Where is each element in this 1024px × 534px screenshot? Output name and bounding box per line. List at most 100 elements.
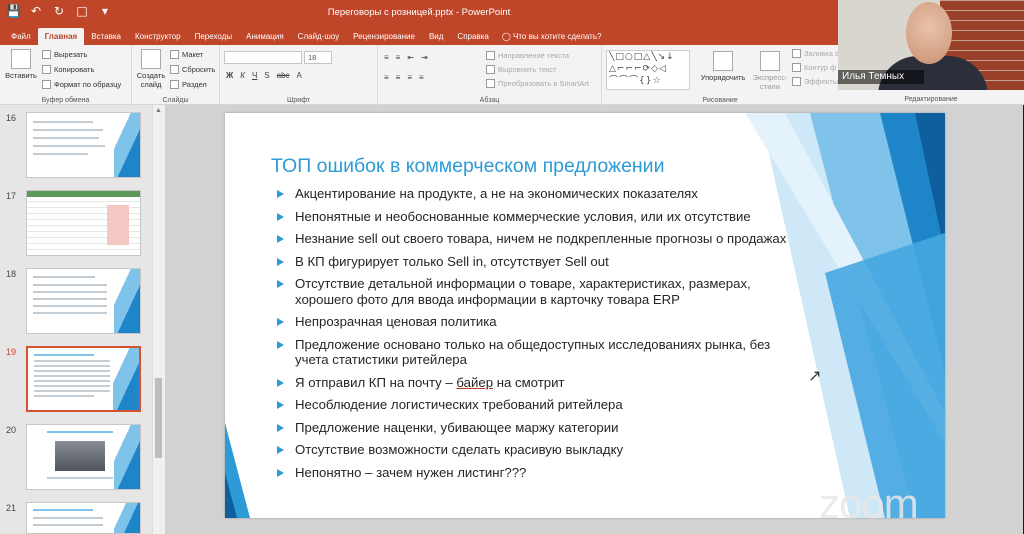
font-name-box[interactable] xyxy=(224,51,302,64)
section-button[interactable]: Раздел xyxy=(170,80,207,89)
ribbon: Вставить Вырезать Копировать Формат по о… xyxy=(0,45,841,105)
shape-fill-label: Заливка ф xyxy=(804,49,842,58)
reset-label: Сбросить xyxy=(182,65,216,74)
slide-thumbnail-16[interactable] xyxy=(26,112,141,178)
tab-slideshow[interactable]: Слайд-шоу xyxy=(291,32,346,45)
quick-styles-button[interactable]: Экспресс-стили xyxy=(748,51,792,91)
thumb-text-line xyxy=(33,145,105,147)
tab-home[interactable]: Главная xyxy=(37,28,85,45)
thumb-highlight-cells xyxy=(107,205,129,245)
paint-bucket-icon xyxy=(792,49,801,58)
shapes-gallery[interactable]: ╲□○□△╲↘↓ △⌐⌐⌐⟳◇◁ ⌒⌒⌒{}☆ xyxy=(606,50,690,90)
smartart-icon xyxy=(486,79,495,88)
new-slide-icon xyxy=(141,49,161,69)
thumb-text-line xyxy=(33,129,103,131)
slide-bullet-list: Акцентирование на продукте, а не на экон… xyxy=(275,186,795,487)
tab-view[interactable]: Вид xyxy=(422,32,450,45)
shape-effects-button[interactable]: Эффекты xyxy=(792,77,838,86)
text-direction-label: Направление текста xyxy=(498,51,570,60)
clipboard-group: Вставить Вырезать Копировать Формат по о… xyxy=(0,45,132,105)
tab-design[interactable]: Конструктор xyxy=(128,32,188,45)
bold-icon[interactable]: Ж xyxy=(226,71,233,80)
current-slide[interactable]: ТОП ошибок в коммерческом предложении Ак… xyxy=(225,113,945,518)
thumb-text-line xyxy=(33,305,107,307)
shape-outline-button[interactable]: Контур ф xyxy=(792,63,836,72)
tab-animations[interactable]: Анимация xyxy=(239,32,291,45)
paste-button[interactable]: Вставить xyxy=(4,49,38,80)
new-slide-button[interactable]: Создать слайд xyxy=(134,49,168,89)
align-text-icon xyxy=(486,65,495,74)
tab-help[interactable]: Справка xyxy=(450,32,495,45)
justify-icon[interactable]: ≡ xyxy=(419,73,424,82)
copy-button[interactable]: Копировать xyxy=(42,65,94,74)
scroll-up-icon[interactable]: ▲ xyxy=(154,107,163,114)
bullet-item: Несоблюдение логистических требований ри… xyxy=(275,397,795,413)
new-slide-label: Создать слайд xyxy=(136,71,166,89)
bullets-icon[interactable]: ≡ xyxy=(384,53,389,62)
convert-smartart-button[interactable]: Преобразовать в SmartArt xyxy=(486,79,589,88)
cut-button[interactable]: Вырезать xyxy=(42,50,87,59)
slide-thumbnail-18[interactable] xyxy=(26,268,141,334)
thumb-table-header xyxy=(27,191,140,197)
quick-styles-label: Экспресс-стили xyxy=(752,73,788,91)
font-group-label: Шрифт xyxy=(286,97,311,104)
format-painter-label: Формат по образцу xyxy=(54,80,122,89)
font-size-box[interactable]: 18 xyxy=(304,51,332,64)
slide-thumbnail-19[interactable] xyxy=(26,346,141,412)
indent-increase-icon[interactable]: ⇥ xyxy=(421,53,428,62)
reset-button[interactable]: Сбросить xyxy=(170,65,215,74)
tab-transitions[interactable]: Переходы xyxy=(188,32,240,45)
slide-thumbnail-17[interactable] xyxy=(26,190,141,256)
thumb-text-line xyxy=(34,360,110,362)
italic-icon[interactable]: К xyxy=(240,71,245,80)
thumbnails-scrollbar[interactable] xyxy=(152,105,165,534)
format-painter-button[interactable]: Формат по образцу xyxy=(42,80,121,89)
align-text-label: Выровнять текст xyxy=(498,65,557,74)
thumbnail-number: 20 xyxy=(6,425,17,435)
thumb-blue-decoration xyxy=(113,348,139,410)
tell-me-box[interactable]: ◯ Что вы хотите сделать? xyxy=(496,32,606,45)
editing-group: Редактирование xyxy=(838,90,1024,105)
tab-insert[interactable]: Вставка xyxy=(84,32,128,45)
thumb-text-line xyxy=(34,390,110,392)
thumb-blue-decoration xyxy=(114,269,140,333)
shadow-icon[interactable]: S xyxy=(264,71,269,80)
thumb-text-line xyxy=(33,517,103,519)
align-left-icon[interactable]: ≡ xyxy=(384,73,389,82)
thumbnail-number: 18 xyxy=(6,269,17,279)
strikethrough-icon[interactable]: abc xyxy=(277,71,290,80)
mouse-cursor-icon: ↗ xyxy=(808,366,822,385)
numbering-icon[interactable]: ≡ xyxy=(396,53,401,62)
text-direction-button[interactable]: Направление текста xyxy=(486,51,569,60)
tab-review[interactable]: Рецензирование xyxy=(346,32,422,45)
editing-group-label: Редактирование xyxy=(904,96,958,103)
align-right-icon[interactable]: ≡ xyxy=(407,73,412,82)
slide-thumbnail-20[interactable] xyxy=(26,424,141,490)
document-title: Переговоры с розницей.pptx - PowerPoint xyxy=(327,7,511,18)
arrange-button[interactable]: Упорядочить xyxy=(698,51,748,82)
thumb-text-line xyxy=(33,312,107,314)
copy-label: Копировать xyxy=(54,65,95,74)
brush-icon xyxy=(42,80,51,89)
thumb-text-line xyxy=(34,395,94,397)
align-text-button[interactable]: Выровнять текст xyxy=(486,65,556,74)
paste-icon xyxy=(11,49,31,69)
scrollbar-thumb[interactable] xyxy=(155,378,162,458)
underline-icon[interactable]: Ч xyxy=(252,71,257,80)
shape-fill-button[interactable]: Заливка ф xyxy=(792,49,841,58)
slide-thumbnail-21[interactable] xyxy=(26,502,141,534)
layout-button[interactable]: Макет xyxy=(170,50,203,59)
bullet-item: В КП фигурирует только Sell in, отсутств… xyxy=(275,254,795,270)
participant-name-label: Илья Темных xyxy=(838,70,924,84)
shape-effects-label: Эффекты xyxy=(804,77,839,86)
slides-group-label: Слайды xyxy=(162,97,189,104)
align-center-icon[interactable]: ≡ xyxy=(396,73,401,82)
reset-icon xyxy=(170,65,179,74)
tell-me-label: Что вы хотите сделать? xyxy=(513,32,602,41)
tab-file[interactable]: Файл xyxy=(4,32,38,45)
indent-decrease-icon[interactable]: ⇤ xyxy=(407,53,414,62)
font-color-icon[interactable]: A xyxy=(297,71,302,80)
section-icon xyxy=(170,80,179,89)
slide-thumbnails-panel: 16 17 18 19 20 21 xyxy=(0,105,165,534)
bullet-item: Незнание sell out своего товара, ничем н… xyxy=(275,231,795,247)
